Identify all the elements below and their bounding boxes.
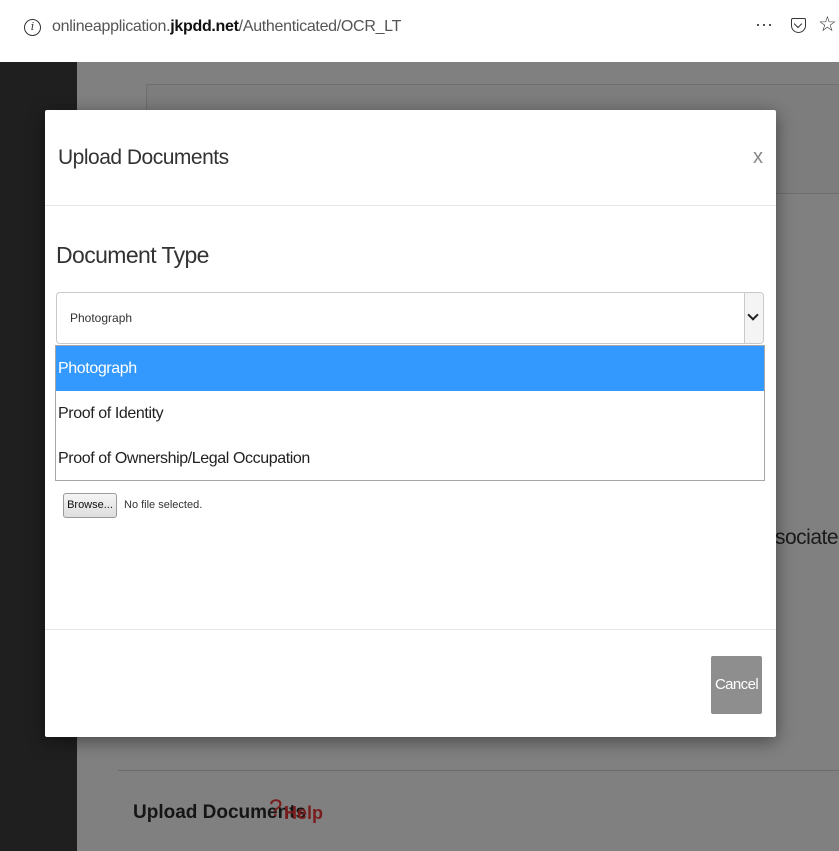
- url-prefix: onlineapplication.: [52, 18, 171, 35]
- modal-header: Upload Documents x: [45, 110, 776, 206]
- document-type-select[interactable]: Photograph: [56, 292, 764, 344]
- file-status-text: No file selected.: [124, 499, 203, 511]
- close-icon[interactable]: x: [753, 146, 763, 169]
- url-path: /Authenticated/OCR_LT: [238, 18, 402, 35]
- page-partial-text: sociated: [775, 526, 839, 549]
- document-type-dropdown: Photograph Proof of Identity Proof of Ow…: [55, 345, 765, 481]
- chevron-down-icon: [747, 309, 759, 321]
- option-proof-of-identity[interactable]: Proof of Identity: [56, 391, 764, 436]
- pocket-icon[interactable]: [791, 18, 806, 33]
- site-info-icon[interactable]: i: [24, 19, 41, 36]
- browse-button[interactable]: Browse...: [63, 493, 117, 518]
- browser-url-bar: i onlineapplication.jkpdd.net/Authentica…: [0, 0, 839, 62]
- help-question-icon: ?: [269, 795, 283, 822]
- url-text[interactable]: onlineapplication.jkpdd.net/Authenticate…: [52, 18, 401, 36]
- option-proof-of-ownership[interactable]: Proof of Ownership/Legal Occupation: [56, 436, 764, 481]
- help-link: Help: [284, 803, 324, 823]
- document-type-selected-value: Photograph: [70, 311, 133, 325]
- page-actions-icon[interactable]: ···: [755, 14, 773, 35]
- option-photograph[interactable]: Photograph: [56, 346, 764, 391]
- bookmark-star-icon[interactable]: ☆: [818, 12, 837, 37]
- upload-documents-modal: Upload Documents x Document Type Photogr…: [45, 110, 776, 737]
- modal-footer: Cancel: [45, 629, 776, 738]
- document-type-label: Document Type: [56, 242, 209, 268]
- url-domain: jkpdd.net: [170, 18, 239, 35]
- modal-title: Upload Documents: [58, 146, 229, 169]
- select-arrow-button[interactable]: [744, 293, 763, 343]
- cancel-button[interactable]: Cancel: [711, 656, 762, 714]
